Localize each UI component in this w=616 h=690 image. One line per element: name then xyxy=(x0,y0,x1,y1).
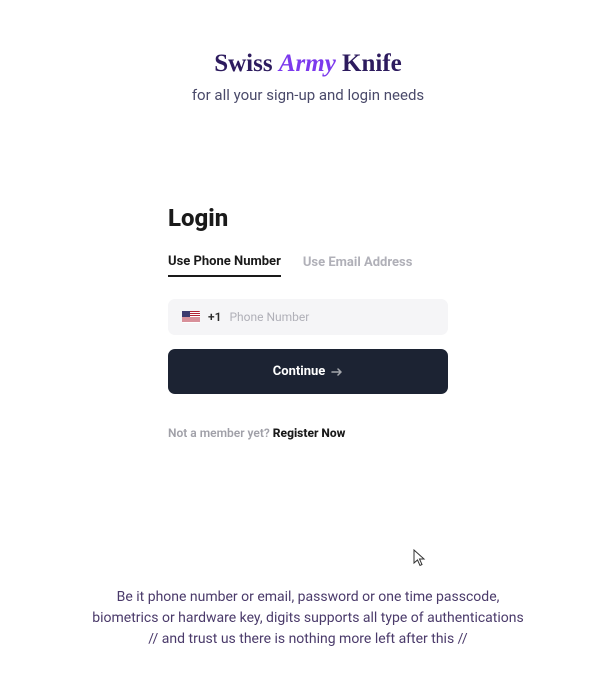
us-flag-icon[interactable] xyxy=(182,311,200,323)
arrow-right-icon xyxy=(331,367,343,377)
bottom-line-3: // and trust us there is nothing more le… xyxy=(40,629,576,650)
login-heading: Login xyxy=(168,204,448,232)
register-link[interactable]: Register Now xyxy=(273,426,346,440)
phone-input[interactable] xyxy=(229,310,434,324)
bottom-line-2: biometrics or hardware key, digits suppo… xyxy=(40,608,576,629)
hero-title-part1: Swiss xyxy=(214,50,279,77)
register-prompt: Not a member yet? Register Now xyxy=(168,426,448,440)
country-code[interactable]: +1 xyxy=(208,310,221,324)
login-tabs: Use Phone Number Use Email Address xyxy=(168,254,448,277)
hero-title-part2: Knife xyxy=(336,50,402,77)
hero-title: Swiss Army Knife xyxy=(214,50,402,78)
continue-button[interactable]: Continue xyxy=(168,349,448,394)
cursor-icon xyxy=(413,549,427,567)
bottom-description: Be it phone number or email, password or… xyxy=(0,587,616,650)
tab-email[interactable]: Use Email Address xyxy=(303,254,413,277)
continue-label: Continue xyxy=(273,364,326,379)
register-prompt-text: Not a member yet? xyxy=(168,426,273,440)
login-card: Login Use Phone Number Use Email Address… xyxy=(168,204,448,440)
phone-input-group[interactable]: +1 xyxy=(168,299,448,335)
tab-phone[interactable]: Use Phone Number xyxy=(168,254,281,277)
hero-subtitle: for all your sign-up and login needs xyxy=(192,86,424,104)
hero-title-emphasis: Army xyxy=(279,50,336,77)
bottom-line-1: Be it phone number or email, password or… xyxy=(40,587,576,608)
